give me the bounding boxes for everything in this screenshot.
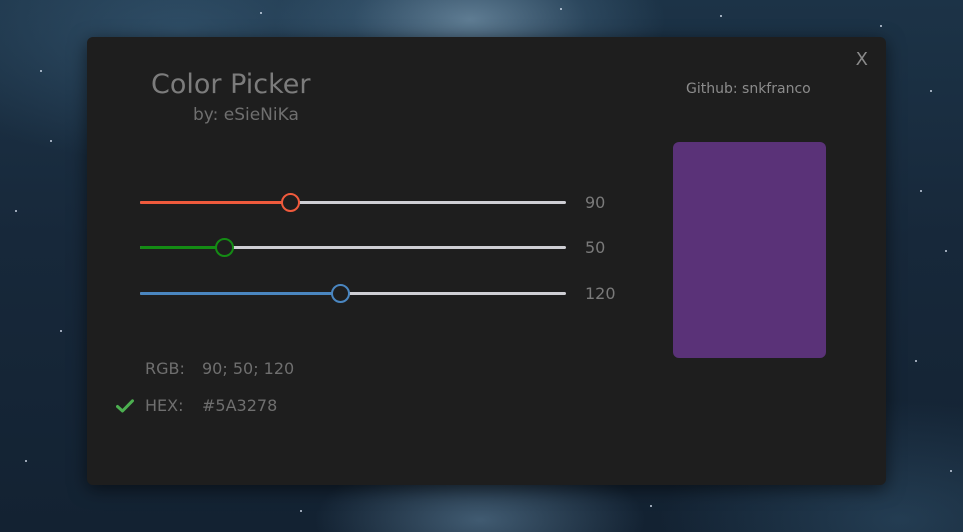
red-slider-track[interactable] (140, 193, 566, 212)
star (915, 360, 917, 362)
star (300, 510, 302, 512)
hex-value[interactable]: #5A3278 (202, 396, 277, 415)
green-slider-fill (140, 246, 224, 249)
app-title: Color Picker (151, 69, 311, 100)
rgb-label: RGB: (145, 359, 185, 378)
red-slider-fill (140, 201, 291, 204)
hex-row: HEX: #5A3278 (87, 396, 387, 418)
green-slider-thumb[interactable] (214, 238, 234, 257)
github-link[interactable]: Github: snkfranco (686, 81, 811, 97)
red-value: 90 (585, 193, 606, 212)
star (945, 250, 947, 252)
green-value: 50 (585, 238, 606, 257)
red-slider-thumb[interactable] (281, 193, 301, 212)
star (650, 505, 652, 507)
blue-slider[interactable]: 120 (140, 282, 620, 306)
rgb-value: 90; 50; 120 (202, 359, 295, 378)
blue-slider-thumb[interactable] (331, 284, 351, 303)
blue-slider-track[interactable] (140, 284, 566, 303)
green-slider[interactable]: 50 (140, 236, 620, 260)
color-picker-window: X Color Picker by: eSieNiKa Github: snkf… (87, 37, 886, 485)
green-slider-track[interactable] (140, 238, 566, 257)
star (50, 140, 52, 142)
hex-label: HEX: (145, 396, 184, 415)
star (930, 90, 932, 92)
red-slider[interactable]: 90 (140, 191, 620, 215)
star (950, 470, 952, 472)
check-icon (116, 399, 134, 413)
blue-value: 120 (585, 284, 616, 303)
color-preview (673, 142, 826, 358)
star (25, 460, 27, 462)
star (40, 70, 42, 72)
star (560, 8, 562, 10)
rgb-row: RGB: 90; 50; 120 (87, 359, 387, 381)
star (880, 25, 882, 27)
star (260, 12, 262, 14)
star (720, 15, 722, 17)
star (60, 330, 62, 332)
blue-slider-fill (140, 292, 341, 295)
star (15, 210, 17, 212)
star (920, 190, 922, 192)
close-button[interactable]: X (856, 49, 868, 70)
app-author: by: eSieNiKa (193, 105, 299, 125)
